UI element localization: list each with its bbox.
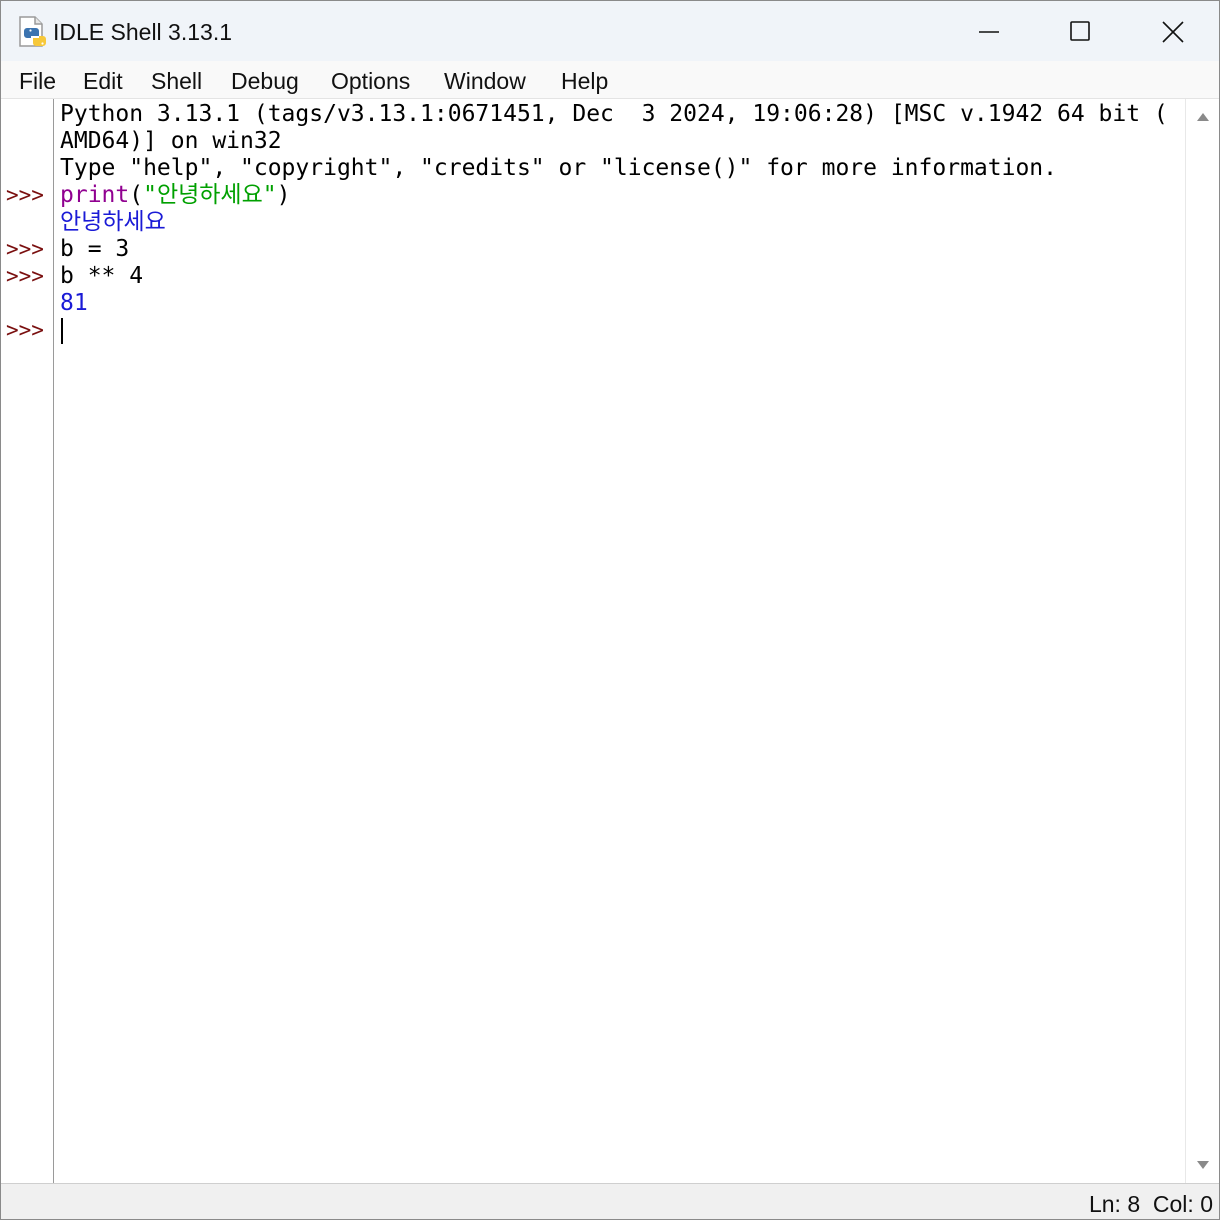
menu-help[interactable]: Help [561, 65, 608, 97]
prompt-marker: >>> [6, 183, 44, 207]
banner-line: Python 3.13.1 (tags/v3.13.1:0671451, Dec… [60, 101, 1168, 127]
scroll-down-arrow-icon[interactable] [1196, 1159, 1210, 1171]
maximize-button[interactable] [1035, 1, 1127, 61]
input-line: b = 3 [60, 236, 130, 262]
banner-line: Type "help", "copyright", "credits" or "… [60, 155, 1057, 181]
menu-shell[interactable]: Shell [151, 65, 202, 97]
close-icon [1162, 21, 1184, 43]
idle-shell-window: IDLE Shell 3.13.1 File Edit Shell Debug … [0, 0, 1220, 1220]
vertical-scrollbar[interactable] [1185, 99, 1219, 1183]
input-line: print("안녕하세요") [60, 182, 290, 209]
paren-token: ) [276, 182, 291, 208]
shell-editor: >>> >>> >>> >>> Python 3.13.1 (tags/v3.1… [1, 99, 1219, 1183]
output-line: 81 [60, 290, 88, 316]
window-title: IDLE Shell 3.13.1 [53, 19, 233, 45]
input-line: b ** 4 [60, 263, 144, 289]
menu-debug[interactable]: Debug [231, 65, 299, 97]
string-token: "안녕하세요" [143, 182, 277, 208]
title-bar[interactable]: IDLE Shell 3.13.1 [1, 1, 1219, 61]
prompt-marker: >>> [6, 264, 44, 288]
paren-token: ( [129, 182, 144, 208]
menu-window[interactable]: Window [444, 65, 526, 97]
banner-line: AMD64)] on win32 [60, 128, 282, 154]
builtin-token: print [60, 182, 130, 208]
python-idle-icon [17, 15, 49, 49]
maximize-icon [1070, 21, 1090, 41]
text-cursor [61, 318, 63, 344]
status-bar: Ln: 8 Col: 0 [1, 1183, 1219, 1219]
menu-options[interactable]: Options [331, 65, 410, 97]
prompt-marker: >>> [6, 237, 44, 261]
prompt-gutter: >>> >>> >>> >>> [1, 99, 54, 1183]
close-button[interactable] [1127, 1, 1219, 61]
output-line: 안녕하세요 [60, 209, 166, 235]
scroll-up-arrow-icon[interactable] [1196, 111, 1210, 123]
cursor-position: Ln: 8 Col: 0 [1088, 1191, 1213, 1217]
shell-text-area[interactable]: Python 3.13.1 (tags/v3.13.1:0671451, Dec… [55, 99, 1185, 1183]
menu-file[interactable]: File [19, 65, 56, 97]
prompt-marker: >>> [6, 318, 44, 342]
menu-edit[interactable]: Edit [83, 65, 123, 97]
minimize-icon [979, 31, 999, 33]
minimize-button[interactable] [943, 1, 1035, 61]
menu-bar: File Edit Shell Debug Options Window Hel… [1, 61, 1219, 99]
